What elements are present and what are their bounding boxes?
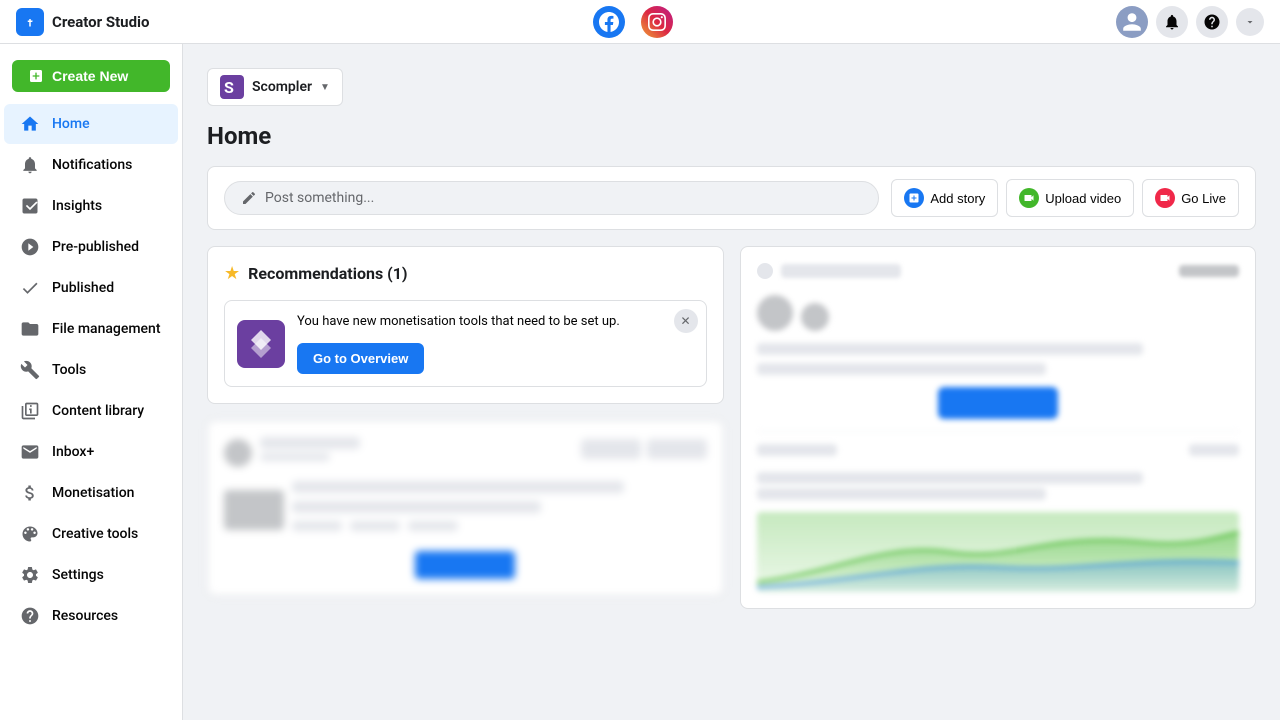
- add-story-btn[interactable]: Add story: [891, 179, 998, 217]
- post-input[interactable]: Post something...: [224, 181, 879, 215]
- sidebar-label-inbox: Inbox+: [52, 444, 94, 460]
- instagram-platform-btn[interactable]: [641, 6, 673, 38]
- topbar: Creator Studio: [0, 0, 1280, 44]
- go-live-icon: [1155, 188, 1175, 208]
- post-actions: Add story Upload video Go Live: [891, 179, 1239, 217]
- topbar-right: [1116, 6, 1264, 38]
- rec-item-text: You have new monetisation tools that nee…: [297, 313, 694, 331]
- sidebar-item-resources[interactable]: Resources: [4, 596, 178, 636]
- right-column: [740, 246, 1257, 609]
- sidebar-item-settings[interactable]: Settings: [4, 555, 178, 595]
- page-title: Home: [207, 122, 1256, 150]
- main-content: S Scompler ▼ Home Post something... Add …: [183, 44, 1280, 720]
- avatar[interactable]: [1116, 6, 1148, 38]
- sidebar-item-tools[interactable]: Tools: [4, 350, 178, 390]
- sidebar-label-monetisation: Monetisation: [52, 485, 134, 501]
- scompler-logo: [237, 320, 285, 368]
- sidebar: Create New Home Notifications Insights P…: [0, 44, 183, 720]
- recommendations-card: ★ Recommendations (1) ✕ You have new mon…: [207, 246, 724, 404]
- platform-switcher: [593, 6, 673, 38]
- blurred-post-section: [207, 420, 724, 596]
- monetisation-panel: [740, 246, 1257, 609]
- sidebar-label-tools: Tools: [52, 362, 86, 378]
- account-selector[interactable]: S Scompler ▼: [207, 68, 343, 106]
- account-name: Scompler: [252, 79, 312, 95]
- upload-video-label: Upload video: [1045, 191, 1121, 206]
- left-column: ★ Recommendations (1) ✕ You have new mon…: [207, 246, 724, 609]
- sidebar-label-home: Home: [52, 116, 90, 132]
- sidebar-item-inbox[interactable]: Inbox+: [4, 432, 178, 472]
- post-placeholder: Post something...: [265, 190, 374, 206]
- add-story-icon: [904, 188, 924, 208]
- upload-video-btn[interactable]: Upload video: [1006, 179, 1134, 217]
- sidebar-item-published[interactable]: Published: [4, 268, 178, 308]
- post-bar: Post something... Add story Upload video…: [207, 166, 1256, 230]
- blurred-post-card: [207, 420, 724, 596]
- notifications-btn[interactable]: [1156, 6, 1188, 38]
- svg-text:S: S: [224, 78, 234, 97]
- rec-item: ✕ You have new monetisation tools that n…: [224, 300, 707, 387]
- content-grid: ★ Recommendations (1) ✕ You have new mon…: [207, 246, 1256, 609]
- create-new-button[interactable]: Create New: [12, 60, 170, 92]
- upload-video-icon: [1019, 188, 1039, 208]
- create-new-label: Create New: [52, 68, 128, 84]
- sidebar-item-insights[interactable]: Insights: [4, 186, 178, 226]
- app-logo: [16, 8, 44, 36]
- rec-cta-btn[interactable]: Go to Overview: [297, 343, 424, 374]
- sidebar-item-file-management[interactable]: File management: [4, 309, 178, 349]
- sidebar-label-notifications: Notifications: [52, 157, 132, 173]
- sidebar-label-pre-published: Pre-published: [52, 239, 139, 255]
- right-panel-header: [757, 263, 1240, 279]
- sidebar-label-insights: Insights: [52, 198, 102, 214]
- sidebar-label-published: Published: [52, 280, 114, 296]
- go-live-label: Go Live: [1181, 191, 1226, 206]
- sidebar-label-creative-tools: Creative tools: [52, 526, 138, 542]
- right-panel-avatars: [757, 295, 1240, 331]
- star-icon: ★: [224, 263, 240, 284]
- sidebar-item-creative-tools[interactable]: Creative tools: [4, 514, 178, 554]
- sidebar-label-file-management: File management: [52, 321, 161, 337]
- sidebar-item-notifications[interactable]: Notifications: [4, 145, 178, 185]
- sidebar-item-content-library[interactable]: Content library: [4, 391, 178, 431]
- rec-header: ★ Recommendations (1): [224, 263, 707, 284]
- sidebar-label-settings: Settings: [52, 567, 104, 583]
- rec-close-btn[interactable]: ✕: [674, 309, 698, 333]
- rec-title: Recommendations (1): [248, 264, 706, 283]
- sidebar-item-home[interactable]: Home: [4, 104, 178, 144]
- add-story-label: Add story: [930, 191, 985, 206]
- sidebar-item-monetisation[interactable]: Monetisation: [4, 473, 178, 513]
- rec-item-content: You have new monetisation tools that nee…: [297, 313, 694, 374]
- sidebar-label-resources: Resources: [52, 608, 118, 624]
- more-btn[interactable]: [1236, 8, 1264, 36]
- help-btn[interactable]: [1196, 6, 1228, 38]
- app-title: Creator Studio: [52, 13, 149, 31]
- sidebar-label-content-library: Content library: [52, 403, 144, 419]
- facebook-platform-btn[interactable]: [593, 6, 625, 38]
- sidebar-item-pre-published[interactable]: Pre-published: [4, 227, 178, 267]
- go-live-btn[interactable]: Go Live: [1142, 179, 1239, 217]
- topbar-left: Creator Studio: [16, 8, 149, 36]
- account-chevron-icon: ▼: [320, 82, 330, 93]
- right-panel-cta: [757, 387, 1240, 419]
